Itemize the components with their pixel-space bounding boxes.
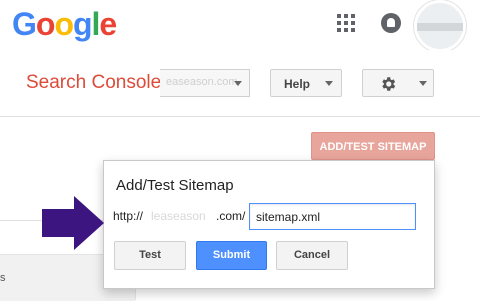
site-selector[interactable]: easeason.com	[160, 69, 250, 97]
notifications-bell-icon[interactable]	[381, 13, 401, 33]
avatar[interactable]	[414, 0, 466, 52]
sitemap-path-input[interactable]	[249, 203, 416, 230]
site-selector-value: easeason.com	[166, 76, 238, 88]
dialog-title: Add/Test Sitemap	[116, 177, 234, 194]
logo-letter-e: e	[99, 6, 117, 42]
test-button[interactable]: Test	[114, 241, 186, 270]
logo-letter-g: G	[12, 6, 37, 42]
help-button[interactable]: Help	[270, 69, 342, 97]
url-prefix: http://	[113, 209, 144, 223]
gear-icon	[382, 77, 396, 91]
logo-letter-g2: g	[72, 6, 93, 42]
chevron-down-icon	[325, 81, 333, 86]
url-suffix: .com/	[216, 209, 246, 223]
chevron-down-icon	[234, 81, 242, 86]
url-domain: leaseason	[151, 209, 206, 223]
apps-grid-icon[interactable]	[337, 14, 355, 32]
logo-letter-o2: o	[54, 6, 74, 42]
arrow-right-icon	[42, 196, 104, 250]
search-console-bar: Search Console easeason.com Help	[0, 50, 480, 117]
page-title: Search Console	[26, 72, 162, 93]
google-logo[interactable]: Google	[12, 6, 117, 42]
sidebar-item-label: s	[0, 272, 6, 284]
add-test-sitemap-button[interactable]: ADD/TEST SITEMAP	[311, 132, 435, 160]
chevron-down-icon	[419, 81, 427, 86]
settings-button[interactable]	[362, 69, 434, 97]
logo-letter-o1: o	[35, 6, 56, 42]
help-label: Help	[284, 77, 311, 91]
add-test-sitemap-dialog: Add/Test Sitemap http:// leaseason .com/…	[103, 160, 435, 289]
google-top-bar: Google	[0, 0, 480, 52]
cancel-button[interactable]: Cancel	[276, 241, 348, 270]
submit-button[interactable]: Submit	[196, 241, 267, 270]
